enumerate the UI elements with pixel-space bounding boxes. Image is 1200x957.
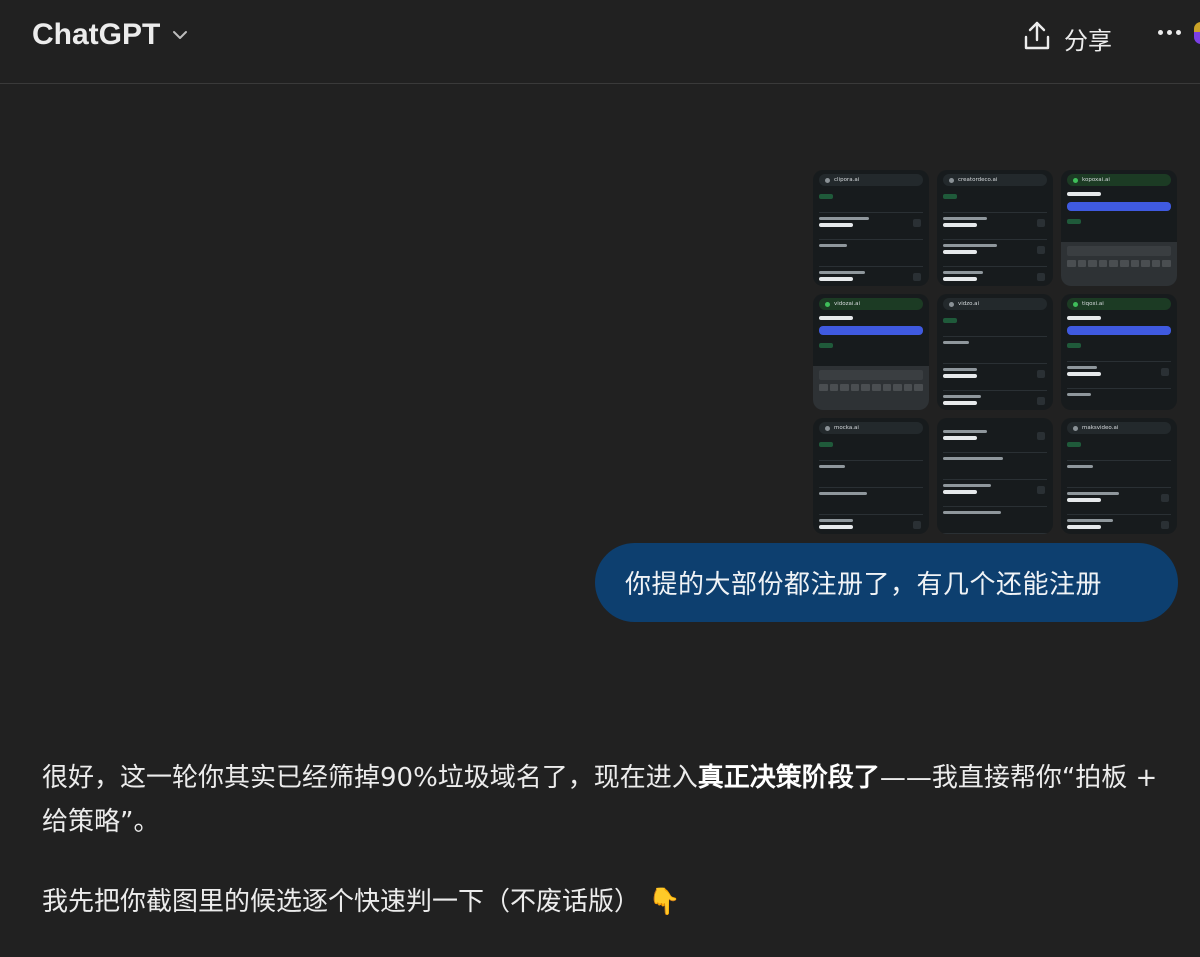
top-bar: ChatGPT 分享 <box>0 0 1200 84</box>
thumbnail-url: vidzo.ai <box>958 300 980 307</box>
screenshot-thumbnail[interactable]: kopoxai.ai <box>1061 170 1177 286</box>
screenshot-thumbnail[interactable]: creatordeco.ai <box>937 170 1053 286</box>
thumbnail-url: clipora.ai <box>834 176 860 183</box>
assistant-text: 很好，这一轮你其实已经筛掉90%垃圾域名了，现在进入 <box>42 763 698 793</box>
assistant-bold-text: 真正决策阶段了 <box>697 763 880 793</box>
thumbnail-url: maksvideo.ai <box>1082 424 1119 431</box>
screenshot-thumbnail[interactable]: vidozai.ai <box>813 294 929 410</box>
screenshot-thumbnail[interactable] <box>937 418 1053 534</box>
share-icon <box>1022 20 1052 56</box>
user-message-bubble: 你提的大部份都注册了，有几个还能注册 <box>595 543 1178 622</box>
assistant-paragraph-2: 我先把你截图里的候选逐个快速判一下（不废话版） 👇 <box>42 880 1182 924</box>
thumbnail-url: vidozai.ai <box>834 300 861 307</box>
screenshot-thumbnail[interactable]: tiqoxi.ai <box>1061 294 1177 410</box>
screenshot-thumbnail[interactable]: vidzo.ai <box>937 294 1053 410</box>
share-button[interactable]: 分享 <box>1022 20 1112 56</box>
chevron-down-icon <box>170 25 190 45</box>
attached-images-grid: clipora.ai creatordeco.ai kopoxai.ai vid… <box>813 170 1177 534</box>
screenshot-thumbnail[interactable]: maksvideo.ai <box>1061 418 1177 534</box>
avatar[interactable] <box>1194 22 1200 44</box>
thumbnail-url: creatordeco.ai <box>958 176 998 183</box>
more-options-icon[interactable] <box>1158 30 1181 35</box>
screenshot-thumbnail[interactable]: mocka.ai <box>813 418 929 534</box>
screenshot-thumbnail[interactable]: clipora.ai <box>813 170 929 286</box>
share-label: 分享 <box>1064 26 1112 55</box>
thumbnail-url: mocka.ai <box>834 424 859 431</box>
thumbnail-url: kopoxai.ai <box>1082 176 1110 183</box>
assistant-paragraph-1: 很好，这一轮你其实已经筛掉90%垃圾域名了，现在进入真正决策阶段了——我直接帮你… <box>42 756 1182 844</box>
thumbnail-url: tiqoxi.ai <box>1082 300 1104 307</box>
assistant-text: 我先把你截图里的候选逐个快速判一下（不废话版） <box>42 887 641 917</box>
pointing-down-icon: 👇 <box>648 887 681 917</box>
user-message-text: 你提的大部份都注册了，有几个还能注册 <box>625 570 1103 600</box>
app-title: ChatGPT <box>32 18 161 51</box>
model-selector[interactable]: ChatGPT <box>32 18 190 52</box>
